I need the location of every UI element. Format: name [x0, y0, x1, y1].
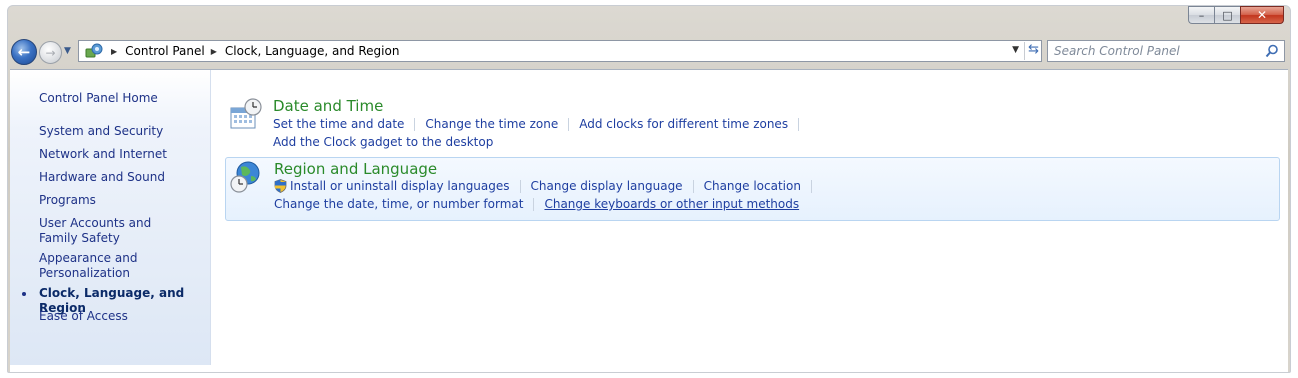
link-divider — [692, 179, 694, 193]
link-divider — [519, 179, 521, 193]
region-and-language-links-row-2: Change the date, time, or number format … — [274, 197, 799, 211]
breadcrumb-separator-icon: ▶ — [111, 46, 118, 56]
globe-clock-icon[interactable] — [229, 160, 263, 198]
back-button[interactable]: ← — [11, 39, 37, 65]
active-bullet-icon — [22, 292, 26, 296]
change-location-link[interactable]: Change location — [704, 179, 801, 193]
title-bar: – □ ✕ — [8, 6, 1290, 36]
sidebar: Control Panel Home System and Security N… — [10, 70, 211, 365]
change-display-language-link[interactable]: Change display language — [531, 179, 683, 193]
address-dropdown-icon[interactable]: ▼ — [1012, 45, 1019, 55]
main-pane: Date and Time Set the time and date Chan… — [225, 70, 1285, 365]
control-panel-icon — [83, 42, 105, 60]
add-clocks-link[interactable]: Add clocks for different time zones — [579, 117, 788, 131]
date-and-time-links-row-1: Set the time and date Change the time zo… — [273, 117, 809, 131]
search-input[interactable] — [1048, 44, 1258, 58]
category-date-and-time: Date and Time Set the time and date Chan… — [225, 90, 1280, 150]
change-format-link[interactable]: Change the date, time, or number format — [274, 197, 523, 211]
link-divider — [810, 179, 812, 193]
caption-buttons: – □ ✕ — [1188, 6, 1284, 24]
minimize-button[interactable]: – — [1188, 6, 1214, 24]
content-area: Control Panel Home System and Security N… — [10, 69, 1288, 372]
sidebar-item-programs[interactable]: Programs — [39, 193, 207, 208]
sidebar-item-control-panel-home[interactable]: Control Panel Home — [39, 91, 207, 106]
region-and-language-links-row-1: Install or uninstall display languages C… — [274, 179, 822, 193]
navigation-bar: ← → ▼ ▶ Control Panel ▶ Clock, Language,… — [8, 36, 1290, 68]
search-icon[interactable] — [1265, 43, 1279, 62]
category-region-and-language: Region and Language Install or uninstall… — [225, 157, 1280, 221]
breadcrumb-control-panel[interactable]: Control Panel — [125, 44, 205, 58]
add-clock-gadget-link[interactable]: Add the Clock gadget to the desktop — [273, 135, 493, 149]
control-panel-window: – □ ✕ ← → ▼ ▶ Control Panel ▶ Clock, Lan… — [7, 5, 1291, 373]
maximize-button[interactable]: □ — [1214, 6, 1240, 24]
link-divider — [798, 117, 800, 131]
change-time-zone-link[interactable]: Change the time zone — [425, 117, 558, 131]
sidebar-item-system-and-security[interactable]: System and Security — [39, 124, 207, 139]
install-display-languages-link[interactable]: Install or uninstall display languages — [290, 179, 510, 193]
sidebar-item-user-accounts[interactable]: User Accounts and Family Safety — [39, 216, 189, 246]
set-time-and-date-link[interactable]: Set the time and date — [273, 117, 404, 131]
link-divider — [568, 117, 570, 131]
link-divider — [414, 117, 416, 131]
sidebar-item-appearance[interactable]: Appearance and Personalization — [39, 251, 159, 281]
recent-pages-dropdown-icon[interactable]: ▼ — [64, 46, 71, 56]
sidebar-item-hardware-and-sound[interactable]: Hardware and Sound — [39, 170, 207, 185]
breadcrumb-clock-language-region[interactable]: Clock, Language, and Region — [225, 44, 400, 58]
refresh-icon[interactable]: ⇆ — [1024, 42, 1039, 60]
sidebar-item-ease-of-access[interactable]: Ease of Access — [39, 309, 207, 324]
sidebar-item-network-and-internet[interactable]: Network and Internet — [39, 147, 207, 162]
region-and-language-title[interactable]: Region and Language — [274, 160, 437, 178]
link-divider — [533, 197, 535, 211]
forward-button[interactable]: → — [39, 41, 62, 64]
date-and-time-title[interactable]: Date and Time — [273, 97, 383, 115]
calendar-clock-icon[interactable] — [229, 98, 263, 136]
uac-shield-icon — [274, 179, 287, 193]
change-keyboards-link[interactable]: Change keyboards or other input methods — [544, 197, 799, 211]
breadcrumb-separator-icon[interactable]: ▶ — [211, 47, 217, 56]
date-and-time-links-row-2: Add the Clock gadget to the desktop — [273, 135, 493, 149]
close-button[interactable]: ✕ — [1240, 6, 1284, 24]
address-bar[interactable]: ▶ Control Panel ▶ Clock, Language, and R… — [78, 40, 1042, 62]
search-box[interactable] — [1047, 40, 1285, 62]
